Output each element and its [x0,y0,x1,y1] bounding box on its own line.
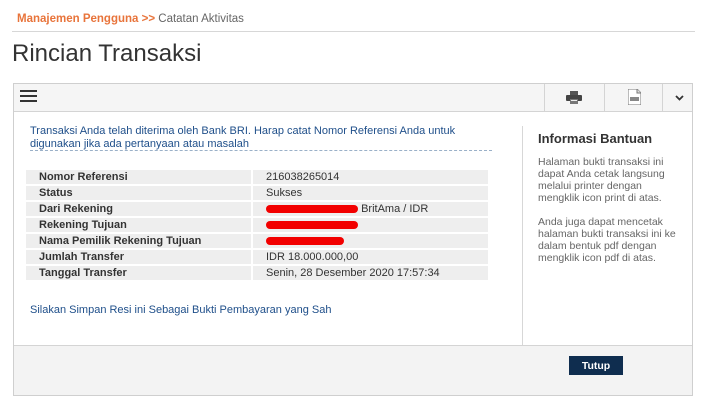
chevron-down-icon [675,95,684,101]
notice-divider [30,150,492,151]
breadcrumb-current: Catatan Aktivitas [158,13,244,25]
detail-label: Tanggal Transfer [26,266,251,280]
breadcrumb-parent-link[interactable]: Manajemen Pengguna [17,13,138,25]
table-row: Nomor Referensi 216038265014 [26,170,488,184]
table-row: Dari Rekening BritAma / IDR [26,202,488,216]
detail-value: Senin, 28 Desember 2020 17:57:34 [251,266,488,280]
help-panel: Informasi Bantuan Halaman bukti transaks… [538,131,683,276]
table-row: Nama Pemilik Rekening Tujuan [26,234,488,248]
redaction-mark [266,221,358,230]
dropdown-button[interactable] [666,84,692,111]
detail-label: Nomor Referensi [26,170,251,184]
detail-value: BritAma / IDR [251,202,488,216]
toolbar-divider [604,84,605,111]
pdf-button[interactable] [612,84,656,111]
table-row: Tanggal Transfer Senin, 28 Desember 2020… [26,266,488,280]
detail-value: IDR 18.000.000,00 [251,250,488,264]
detail-value: Sukses [251,186,488,200]
transaction-panel: Transaksi Anda telah diterima oleh Bank … [13,83,693,396]
table-row: Rekening Tujuan [26,218,488,232]
panel-content: Transaksi Anda telah diterima oleh Bank … [14,112,692,345]
pdf-icon [628,89,641,105]
detail-label: Jumlah Transfer [26,250,251,264]
detail-value [251,234,488,248]
detail-label: Rekening Tujuan [26,218,251,232]
menu-icon[interactable] [20,90,37,104]
breadcrumb: Manajemen Pengguna >> Catatan Aktivitas [17,13,244,25]
breadcrumb-separator: >> [141,13,156,25]
help-text: Halaman bukti transaksi ini dapat Anda c… [538,156,665,204]
detail-label: Dari Rekening [26,202,251,216]
content-divider [522,126,523,345]
detail-value [251,218,488,232]
printer-icon [566,91,582,104]
print-button[interactable] [552,84,596,111]
redaction-mark [266,237,344,246]
header-divider [12,31,695,32]
toolbar-divider [544,84,545,111]
transaction-details-table: Nomor Referensi 216038265014 Status Suks… [26,168,488,282]
receipt-notice: Transaksi Anda telah diterima oleh Bank … [30,125,456,150]
toolbar-divider [662,84,663,111]
save-receipt-note: Silakan Simpan Resi ini Sebagai Bukti Pe… [30,304,332,316]
help-text: Anda juga dapat mencetak halaman bukti t… [538,216,676,264]
account-type: BritAma / IDR [361,203,429,215]
table-row: Status Sukses [26,186,488,200]
page-title: Rincian Transaksi [12,40,202,67]
detail-label: Status [26,186,251,200]
redaction-mark [266,205,358,214]
close-button[interactable]: Tutup [569,356,623,375]
detail-label: Nama Pemilik Rekening Tujuan [26,234,251,248]
footer-divider [14,345,692,346]
panel-toolbar [14,84,692,112]
table-row: Jumlah Transfer IDR 18.000.000,00 [26,250,488,264]
help-title: Informasi Bantuan [538,131,653,146]
detail-value: 216038265014 [251,170,488,184]
